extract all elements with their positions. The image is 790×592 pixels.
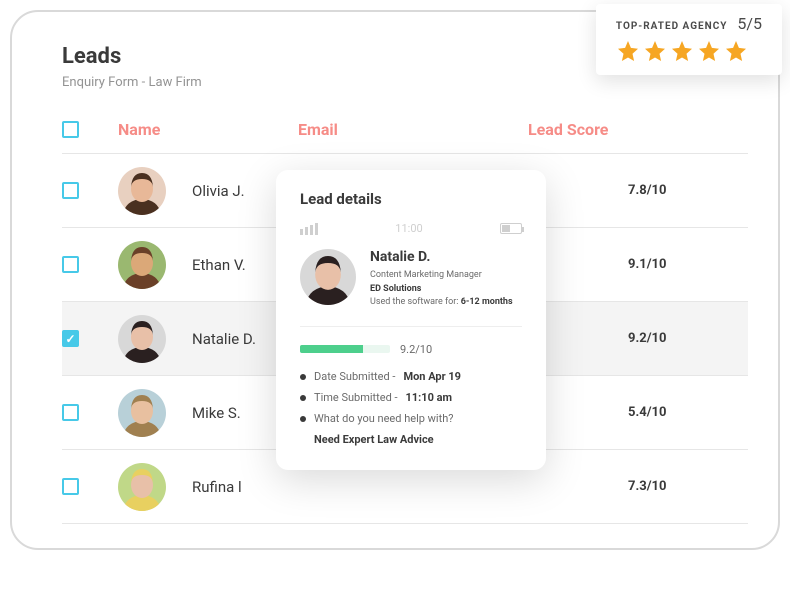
detail-field-value: 11:10 am	[406, 391, 453, 404]
column-header-email[interactable]: Email	[298, 120, 528, 139]
row-checkbox[interactable]	[62, 330, 79, 347]
detail-role: Content Marketing Manager	[370, 269, 513, 283]
detail-usage-value: 6-12 months	[461, 297, 513, 307]
detail-field-row: Date Submitted - Mon Apr 19	[300, 370, 522, 383]
star-icon	[616, 39, 640, 63]
detail-profile: Natalie D. Content Marketing Manager ED …	[300, 249, 522, 327]
star-icon	[697, 39, 721, 63]
rating-stars	[616, 39, 762, 63]
detail-field-row: Time Submitted - 11:10 am	[300, 391, 522, 404]
row-score: 9.2/10	[628, 331, 748, 346]
battery-icon	[500, 223, 522, 234]
signal-icon	[300, 223, 318, 235]
detail-answer: Need Expert Law Advice	[314, 433, 522, 446]
table-header: Name Email Lead Score	[62, 112, 748, 154]
avatar	[118, 241, 166, 289]
mock-status-bar: 11:00	[300, 222, 522, 235]
avatar	[300, 249, 356, 305]
detail-field-label: Time Submitted -	[314, 391, 398, 404]
detail-usage-label: Used the software for:	[370, 297, 458, 307]
detail-name: Natalie D.	[370, 249, 513, 265]
status-time: 11:00	[395, 222, 422, 235]
detail-company: ED Solutions	[370, 284, 421, 294]
select-all-checkbox[interactable]	[62, 121, 79, 138]
page-subtitle: Enquiry Form - Law Firm	[62, 75, 748, 90]
row-checkbox[interactable]	[62, 182, 79, 199]
detail-score-row: 9.2/10	[300, 343, 522, 356]
row-checkbox[interactable]	[62, 478, 79, 495]
star-icon	[643, 39, 667, 63]
avatar	[118, 315, 166, 363]
detail-field-label: Date Submitted -	[314, 370, 395, 383]
rating-label: TOP-RATED AGENCY	[616, 21, 728, 32]
rating-badge: TOP-RATED AGENCY 5/5	[596, 4, 782, 75]
avatar	[118, 167, 166, 215]
row-checkbox[interactable]	[62, 404, 79, 421]
row-score: 5.4/10	[628, 405, 748, 420]
star-icon	[670, 39, 694, 63]
star-icon	[724, 39, 748, 63]
avatar	[118, 463, 166, 511]
score-progress-bar	[300, 345, 390, 353]
row-score: 7.8/10	[628, 183, 748, 198]
detail-score: 9.2/10	[400, 343, 432, 356]
column-header-score[interactable]: Lead Score	[528, 120, 748, 139]
avatar	[118, 389, 166, 437]
lead-detail-card: Lead details 11:00 Natalie D. Content Ma…	[276, 170, 546, 470]
row-score: 9.1/10	[628, 257, 748, 272]
detail-question-row: What do you need help with?	[300, 412, 522, 425]
column-header-name[interactable]: Name	[118, 120, 298, 139]
detail-field-value: Mon Apr 19	[403, 370, 461, 383]
detail-question: What do you need help with?	[314, 412, 453, 425]
row-checkbox[interactable]	[62, 256, 79, 273]
row-name: Rufina l	[192, 478, 302, 496]
row-score: 7.3/10	[628, 479, 748, 494]
rating-score: 5/5	[737, 14, 762, 33]
detail-title: Lead details	[300, 190, 522, 208]
